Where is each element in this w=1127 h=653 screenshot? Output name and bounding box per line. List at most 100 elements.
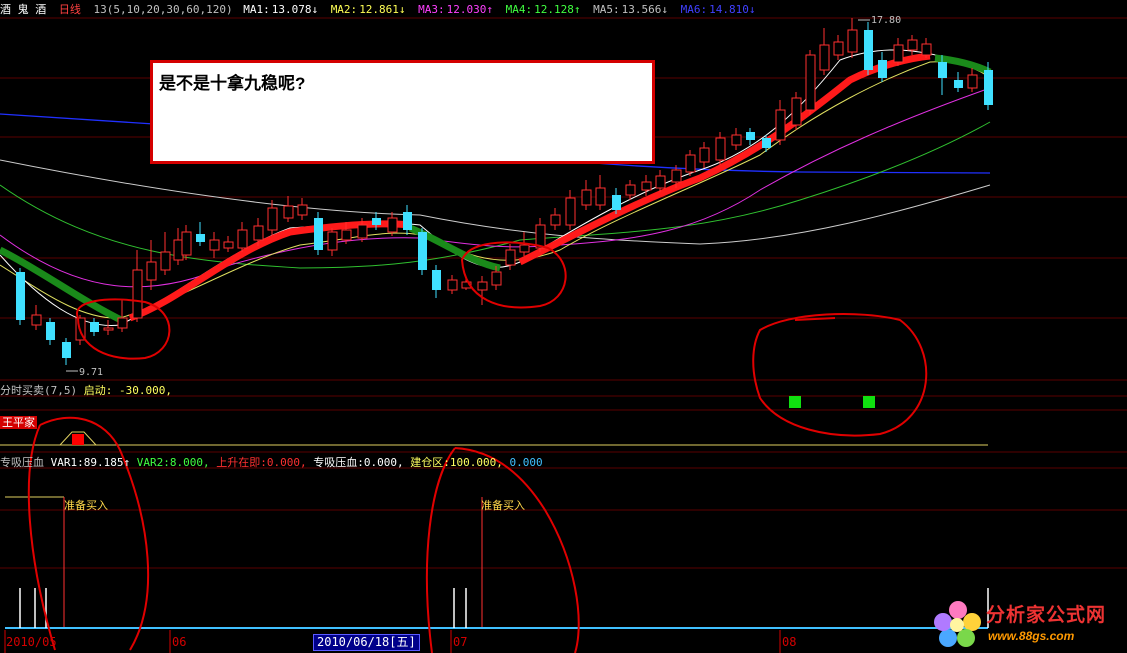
- build-value: 100.000,: [449, 456, 503, 469]
- candle-up: [595, 187, 606, 206]
- candle-down: [762, 138, 771, 148]
- candle-up: [387, 217, 398, 233]
- indicator2-header: 王平家: [0, 414, 37, 430]
- indicator1-param-value: -30.000,: [119, 384, 172, 397]
- trend-ribbon-up: [128, 220, 411, 322]
- candle-up: [31, 314, 42, 326]
- candle-down: [196, 234, 205, 242]
- candle-up: [117, 317, 128, 329]
- candle-up: [132, 269, 143, 319]
- axis-label-jun: 06: [172, 635, 187, 649]
- candle-up: [805, 54, 816, 111]
- axis-label-may: 2010/05: [6, 635, 57, 649]
- wpj-signal-marker: [72, 434, 84, 445]
- low-price-marker: 9.71: [79, 367, 103, 378]
- logo-url[interactable]: www.88gs.com: [988, 629, 1074, 643]
- candle-down: [418, 232, 427, 270]
- candle-up: [671, 169, 682, 183]
- candle-up: [223, 241, 234, 249]
- candle-down: [954, 80, 963, 88]
- var1-label: VAR1:: [50, 456, 84, 469]
- candle-up: [103, 327, 114, 331]
- question-callout: 是不是十拿九稳呢?: [150, 60, 655, 164]
- candle-down: [938, 62, 947, 78]
- candle-up: [550, 214, 561, 226]
- ready-buy-label: 准备买入: [64, 499, 108, 512]
- candle-up: [921, 43, 932, 56]
- candle-up: [253, 225, 264, 241]
- candle-down: [878, 60, 887, 78]
- indicator1-header: 分时买卖(7,5) 启动: -30.000,: [0, 382, 172, 398]
- callout-text: 是不是十拿九稳呢?: [159, 74, 306, 93]
- indicator1-title[interactable]: 分时买卖(7,5): [0, 384, 77, 397]
- suck-label: 专吸压血:: [313, 456, 364, 469]
- axis-label-jul: 07: [453, 635, 468, 649]
- candle-up: [833, 41, 844, 56]
- candle-up: [146, 261, 157, 281]
- candle-down: [314, 218, 323, 250]
- annotation-circle: [752, 313, 928, 437]
- ready-buy-label: 准备买入: [481, 499, 525, 512]
- annotation-oval: [425, 447, 580, 653]
- indicator2-title[interactable]: 王平家: [0, 416, 37, 429]
- candle-up: [505, 249, 516, 266]
- var1-value: 89.185↑: [83, 456, 131, 469]
- candle-up: [907, 39, 918, 51]
- var2-label: VAR2:: [136, 456, 170, 469]
- candle-down: [864, 30, 873, 70]
- up-label: 上升在即:: [216, 456, 267, 469]
- candle-up: [327, 231, 338, 251]
- candle-down: [372, 218, 381, 225]
- candle-up: [791, 97, 802, 126]
- candle-down: [612, 195, 621, 210]
- candle-down: [16, 272, 25, 320]
- candle-up: [893, 44, 904, 63]
- candle-up: [699, 147, 710, 163]
- indicator3-title[interactable]: 专吸压血: [0, 456, 44, 469]
- candle-up: [297, 204, 308, 216]
- var2-value: 8.000,: [169, 456, 210, 469]
- indicator1-param-label: 启动:: [83, 384, 113, 397]
- candle-down: [46, 322, 55, 340]
- candle-up: [655, 175, 666, 189]
- candle-up: [181, 231, 192, 256]
- indicator3-header: 专吸压血 VAR1:89.185↑ VAR2:8.000, 上升在即:0.000…: [0, 454, 543, 470]
- build-label: 建仓区:: [410, 456, 450, 469]
- candle-up: [565, 197, 576, 226]
- candle-up: [685, 154, 696, 173]
- candle-up: [267, 207, 278, 231]
- flower-logo-icon: [934, 601, 981, 647]
- candle-up: [477, 281, 488, 291]
- candle-up: [447, 279, 458, 291]
- candle-up: [341, 229, 352, 241]
- candle-up: [967, 74, 978, 89]
- candle-down: [90, 322, 99, 332]
- candle-up: [847, 29, 858, 53]
- candle-up: [819, 44, 830, 71]
- candle-up: [283, 205, 294, 219]
- high-price-marker: 17.80: [871, 15, 901, 26]
- candle-down: [984, 70, 993, 105]
- site-logo: 分析家公式网 www.88gs.com: [930, 596, 1127, 653]
- candle-up: [237, 229, 248, 249]
- candle-down: [432, 270, 441, 290]
- candle-up: [160, 251, 171, 271]
- suck-value: 0.000,: [363, 456, 404, 469]
- candle-up: [209, 239, 220, 251]
- up-value: 0.000,: [266, 456, 307, 469]
- candle-up: [731, 134, 742, 146]
- signal-square: [789, 396, 801, 408]
- candle-up: [491, 271, 502, 286]
- selected-date[interactable]: 2010/06/18[五]: [313, 634, 420, 651]
- candle-up: [775, 109, 786, 141]
- candle-up: [625, 184, 636, 196]
- candle-down: [746, 132, 755, 140]
- candle-up: [641, 181, 652, 191]
- candle-down: [403, 212, 412, 230]
- signal-square: [863, 396, 875, 408]
- candle-up: [581, 189, 592, 206]
- stock-chart-window: 酒 鬼 酒 日线 13(5,10,20,30,60,120) MA1: 13.07…: [0, 0, 1127, 653]
- candle-up: [715, 137, 726, 161]
- candle-down: [62, 342, 71, 358]
- candle-up: [519, 244, 530, 253]
